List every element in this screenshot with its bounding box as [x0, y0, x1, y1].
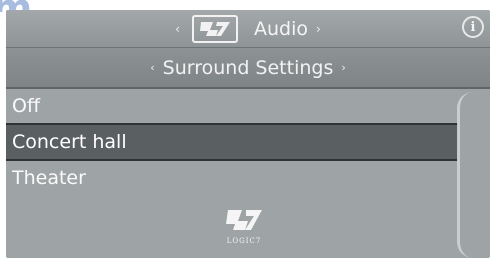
brand-text: LOGIC7	[226, 237, 262, 245]
logic7-logo-icon	[226, 210, 262, 230]
header-right-arrow-icon[interactable]: ›	[316, 22, 321, 36]
submenu-right-arrow-icon[interactable]: ›	[341, 61, 345, 74]
header-left-arrow-icon[interactable]: ‹	[175, 22, 180, 36]
submenu-left-arrow-icon[interactable]: ‹	[150, 61, 154, 74]
logic7-icon	[191, 14, 238, 43]
list-item-concert-hall[interactable]: Concert hall	[6, 123, 458, 161]
info-icon[interactable]: i	[462, 16, 484, 38]
submenu-header[interactable]: ‹ Surround Settings ›	[6, 48, 490, 89]
header-bar[interactable]: ‹ Audio › i	[6, 10, 490, 48]
logic7-brand-logo: LOGIC7	[214, 206, 274, 256]
submenu-title: Surround Settings	[162, 56, 334, 79]
list-item-off[interactable]: Off	[6, 89, 458, 123]
list-item-theater[interactable]: Theater	[6, 161, 458, 195]
header-title-group: ‹ Audio ›	[175, 14, 321, 43]
header-title: Audio	[253, 17, 308, 40]
scroll-indicator	[457, 92, 480, 258]
surround-options-list: Off Concert hall Theater	[6, 89, 458, 195]
idrive-screen: ‹ Audio › i ‹ Surround Settings › Off Co…	[6, 10, 490, 258]
